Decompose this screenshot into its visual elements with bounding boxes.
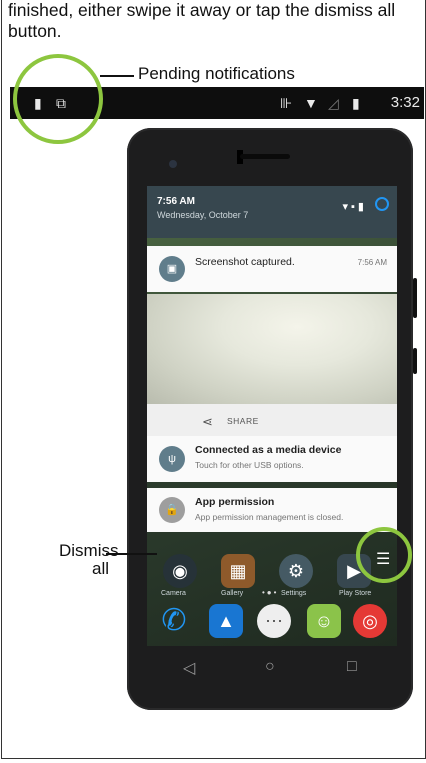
intro-text: finished, either swipe it away or tap th… <box>8 0 396 41</box>
pending-highlight-ring <box>13 54 103 144</box>
gallery-app-icon[interactable]: ▦ <box>221 554 255 588</box>
back-button-icon[interactable]: ◁ <box>183 658 195 678</box>
share-icon: ⋖ <box>202 414 213 429</box>
page-indicator: •●• <box>262 588 279 597</box>
shade-status-icons: ▾▪▮ <box>342 201 367 213</box>
shade-time: 7:56 AM <box>157 196 195 207</box>
notification-title: App permission <box>195 496 275 508</box>
phone-device: 7:56 AM Wednesday, October 7 ▾▪▮ ▣ Scree… <box>127 128 417 710</box>
contacts-app-icon[interactable]: ▲ <box>209 604 243 638</box>
app-drawer-icon[interactable]: ⋯ <box>257 604 291 638</box>
notification-app-permission[interactable]: 🔒 App permission App permission manageme… <box>147 488 397 532</box>
pending-notifications-callout: Pending notifications <box>138 64 295 83</box>
notification-time: 7:56 AM <box>357 258 387 267</box>
shade-date: Wednesday, October 7 <box>157 210 249 220</box>
lock-icon: 🔒 <box>159 497 185 523</box>
image-icon: ▣ <box>159 256 185 282</box>
settings-app-icon[interactable]: ⚙ <box>279 554 313 588</box>
dismiss-callout-leader <box>106 553 157 555</box>
share-action[interactable]: ⋖ SHARE <box>147 404 397 438</box>
messaging-app-icon[interactable]: ☺ <box>307 604 341 638</box>
notification-screenshot[interactable]: ▣ Screenshot captured. 7:56 AM <box>147 246 397 292</box>
recents-button-icon[interactable]: □ <box>347 658 357 676</box>
wifi-icon: ▼ <box>304 95 318 111</box>
navigation-bar: ◁ ○ □ <box>147 646 397 692</box>
volume-button <box>413 278 417 318</box>
power-button <box>413 348 417 374</box>
notification-title: Connected as a media device <box>195 444 342 456</box>
notification-subtitle: App permission management is closed. <box>195 512 344 522</box>
app-label-play-store: Play Store <box>339 590 372 597</box>
notification-subtitle: Touch for other USB options. <box>195 460 304 470</box>
camera-app-icon[interactable]: ◉ <box>163 554 197 588</box>
phone-screen: 7:56 AM Wednesday, October 7 ▾▪▮ ▣ Scree… <box>147 186 397 646</box>
signal-icon: ◿ <box>328 95 339 111</box>
user-avatar-icon[interactable] <box>375 197 389 211</box>
usb-icon: ψ <box>159 446 185 472</box>
dismiss-all-icon[interactable]: ☰ <box>376 549 390 569</box>
battery-icon: ▮ <box>352 95 360 111</box>
vibrate-icon: ⊪ <box>280 95 293 111</box>
phone-app-icon[interactable]: ✆ <box>157 604 191 638</box>
app-label-settings: Settings <box>281 590 307 597</box>
shade-header: 7:56 AM Wednesday, October 7 ▾▪▮ <box>147 186 397 238</box>
notification-title: Screenshot captured. <box>195 256 295 268</box>
dismiss-all-callout: Dismiss all <box>59 541 119 578</box>
screenshot-preview[interactable] <box>147 294 397 404</box>
app-label-camera: Camera <box>161 590 186 597</box>
home-button-icon[interactable]: ○ <box>265 658 275 676</box>
earpiece <box>240 154 290 159</box>
pending-callout-leader <box>100 75 134 77</box>
app-label-gallery: Gallery <box>221 590 244 597</box>
status-time: 3:32 <box>390 94 420 111</box>
chrome-app-icon[interactable]: ◎ <box>353 604 387 638</box>
front-camera <box>169 160 177 168</box>
share-label: SHARE <box>227 416 259 426</box>
notification-usb[interactable]: ψ Connected as a media device Touch for … <box>147 436 397 482</box>
